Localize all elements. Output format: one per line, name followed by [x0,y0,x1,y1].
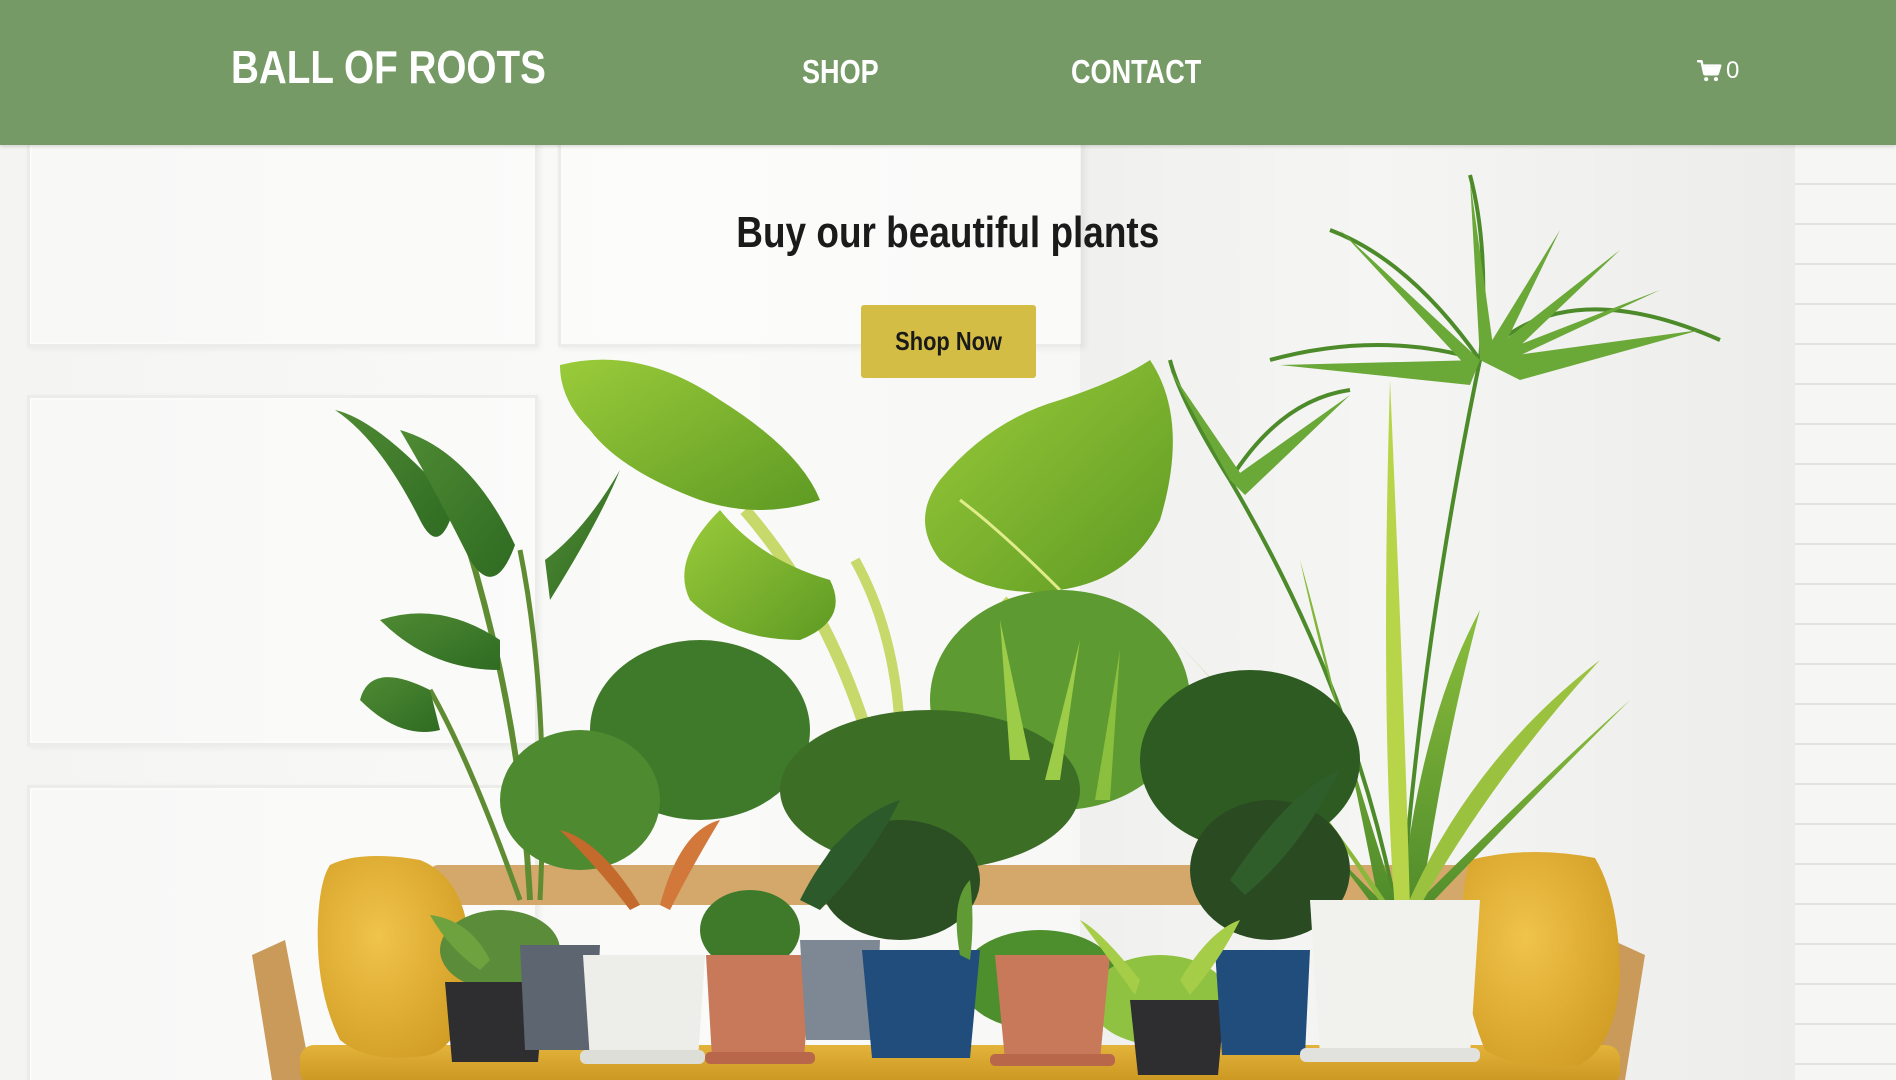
nav-link-shop[interactable]: SHOP [802,55,879,88]
nav-link-contact[interactable]: CONTACT [1071,55,1201,88]
hero-headline-wrap: Buy our beautiful plants [0,211,1896,255]
shopping-cart-icon [1697,58,1723,84]
page: BALL OF ROOTS SHOP CONTACT 0 Buy our bea… [0,0,1896,1080]
cart-count: 0 [1726,57,1740,84]
hero-headline: Buy our beautiful plants [736,208,1160,257]
brand-logo[interactable]: BALL OF ROOTS [231,44,546,90]
navbar: BALL OF ROOTS SHOP CONTACT 0 [0,0,1896,145]
cart-button[interactable]: 0 [1697,58,1739,84]
shop-now-button[interactable]: Shop Now [861,305,1036,378]
shop-now-label: Shop Now [895,326,1002,356]
hero-image [252,174,1721,1080]
